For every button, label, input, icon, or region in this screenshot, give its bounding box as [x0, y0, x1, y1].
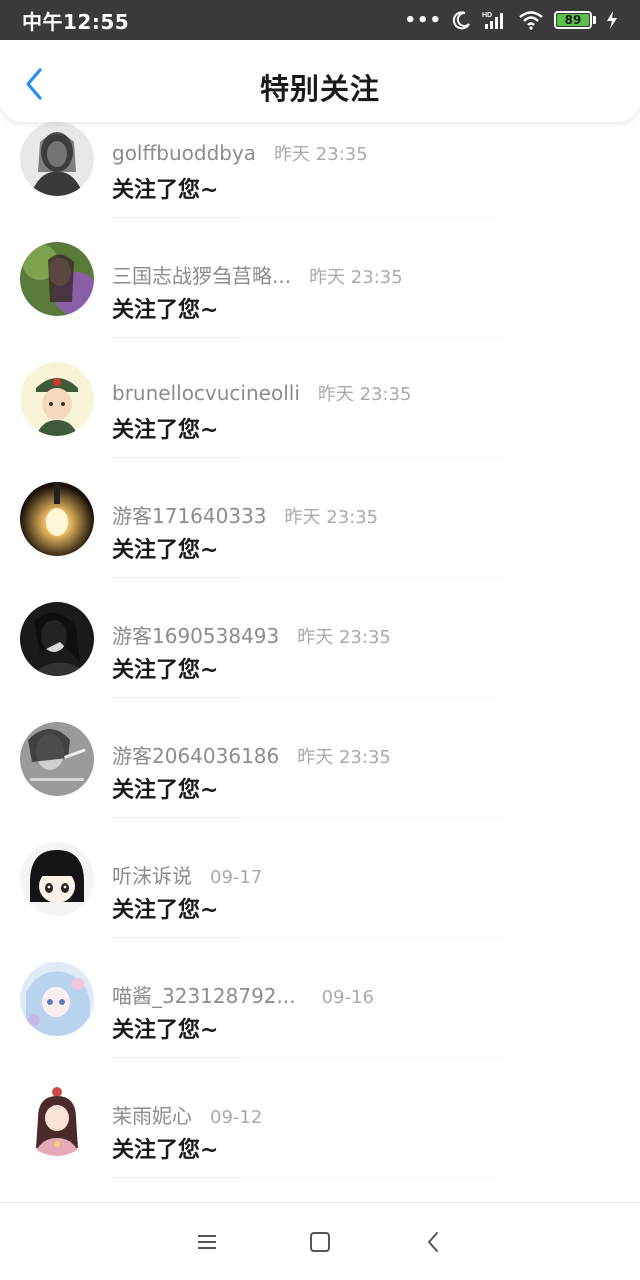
name-line: golffbuoddbya 昨天 23:35 — [112, 140, 368, 166]
divider — [112, 937, 540, 938]
list-item[interactable]: 茉雨妮心 09-12 关注了您~ — [0, 1082, 640, 1202]
system-back-button[interactable] — [415, 1224, 451, 1260]
timestamp: 昨天 23:35 — [274, 144, 368, 165]
square-icon — [309, 1231, 330, 1252]
divider — [112, 457, 540, 458]
avatar[interactable] — [20, 482, 94, 556]
divider — [112, 817, 540, 818]
list-item[interactable]: 游客1690538493 昨天 23:35 关注了您~ — [0, 602, 640, 722]
message-text: 关注了您~ — [112, 898, 219, 923]
avatar[interactable] — [20, 362, 94, 436]
timestamp: 09-16 — [321, 987, 374, 1008]
timestamp: 09-17 — [210, 867, 263, 888]
system-nav-bar — [0, 1202, 640, 1280]
user-name[interactable]: 喵酱_323128792... — [112, 980, 296, 1009]
follow-list: golffbuoddbya 昨天 23:35 关注了您~ 三国志战猡刍莒略...… — [0, 122, 640, 1202]
status-time: 中午12:55 — [22, 9, 130, 34]
battery-icon: 89 — [554, 11, 596, 29]
timestamp: 昨天 23:35 — [317, 384, 412, 405]
message-text: 关注了您~ — [112, 1138, 219, 1163]
status-icons: ••• HD 89 — [404, 10, 618, 31]
name-line: brunellocvucineolli 昨天 23:35 — [112, 380, 411, 406]
menu-icon — [197, 1234, 216, 1249]
list-item[interactable]: 喵酱_323128792... 09-16 关注了您~ — [0, 962, 640, 1082]
signal-icon: HD — [482, 12, 503, 29]
battery-level: 89 — [557, 14, 589, 26]
message-text: 关注了您~ — [112, 658, 219, 683]
avatar[interactable] — [20, 962, 94, 1036]
list-item[interactable]: 听沫诉说 09-17 关注了您~ — [0, 842, 640, 962]
avatar[interactable] — [20, 602, 94, 676]
list-item[interactable]: 三国志战猡刍莒略... 昨天 23:35 关注了您~ — [0, 242, 640, 362]
screen: 中午12:55 ••• HD 89 特别关注 golffbuoddbya 昨天 … — [0, 0, 640, 1280]
avatar[interactable] — [20, 122, 94, 196]
divider — [112, 1057, 540, 1058]
more-dots-icon: ••• — [404, 9, 442, 31]
timestamp: 昨天 23:35 — [284, 507, 379, 528]
divider — [112, 577, 540, 578]
message-text: 关注了您~ — [112, 778, 219, 803]
wifi-icon — [519, 11, 543, 30]
status-bar: 中午12:55 ••• HD 89 — [0, 0, 640, 40]
message-text: 关注了您~ — [112, 538, 219, 563]
list-item[interactable]: 游客171640333 昨天 23:35 关注了您~ — [0, 482, 640, 602]
name-line: 游客171640333 昨天 23:35 — [112, 500, 378, 529]
divider — [112, 1177, 540, 1178]
menu-button[interactable] — [189, 1224, 225, 1260]
avatar[interactable] — [20, 722, 94, 796]
name-line: 茉雨妮心 09-12 — [112, 1100, 262, 1129]
divider — [112, 217, 540, 218]
timestamp: 昨天 23:35 — [297, 627, 391, 648]
user-name[interactable]: golffbuoddbya — [112, 141, 256, 165]
user-name[interactable]: 茉雨妮心 — [112, 1100, 192, 1129]
user-name[interactable]: brunellocvucineolli — [112, 381, 300, 405]
home-button[interactable] — [302, 1224, 338, 1260]
name-line: 游客1690538493 昨天 23:35 — [112, 620, 391, 649]
svg-text:HD: HD — [482, 12, 492, 19]
user-name[interactable]: 游客2064036186 — [112, 740, 279, 769]
timestamp: 昨天 23:35 — [297, 747, 391, 768]
message-text: 关注了您~ — [112, 1018, 219, 1043]
charging-icon — [607, 11, 617, 29]
timestamp: 09-12 — [210, 1107, 263, 1128]
name-line: 三国志战猡刍莒略... 昨天 23:35 — [112, 260, 403, 289]
timestamp: 昨天 23:35 — [309, 267, 403, 288]
user-name[interactable]: 游客1690538493 — [112, 620, 279, 649]
divider — [112, 697, 540, 698]
list-item[interactable]: golffbuoddbya 昨天 23:35 关注了您~ — [0, 122, 640, 242]
name-line: 游客2064036186 昨天 23:35 — [112, 740, 391, 769]
avatar[interactable] — [20, 842, 94, 916]
user-name[interactable]: 三国志战猡刍莒略... — [112, 260, 291, 289]
name-line: 喵酱_323128792... 09-16 — [112, 980, 374, 1009]
moon-icon — [452, 11, 470, 30]
avatar[interactable] — [20, 242, 94, 316]
avatar[interactable] — [20, 1082, 94, 1156]
name-line: 听沫诉说 09-17 — [112, 860, 262, 889]
message-text: 关注了您~ — [112, 418, 219, 443]
list-item[interactable]: 游客2064036186 昨天 23:35 关注了您~ — [0, 722, 640, 842]
user-name[interactable]: 游客171640333 — [112, 500, 267, 529]
user-name[interactable]: 听沫诉说 — [112, 860, 192, 889]
back-triangle-icon — [428, 1231, 439, 1252]
page-title: 特别关注 — [259, 72, 380, 106]
message-text: 关注了您~ — [112, 298, 219, 323]
list-item[interactable]: brunellocvucineolli 昨天 23:35 关注了您~ — [0, 362, 640, 482]
message-text: 关注了您~ — [112, 178, 219, 203]
header: 特别关注 — [0, 40, 640, 122]
divider — [112, 337, 540, 338]
